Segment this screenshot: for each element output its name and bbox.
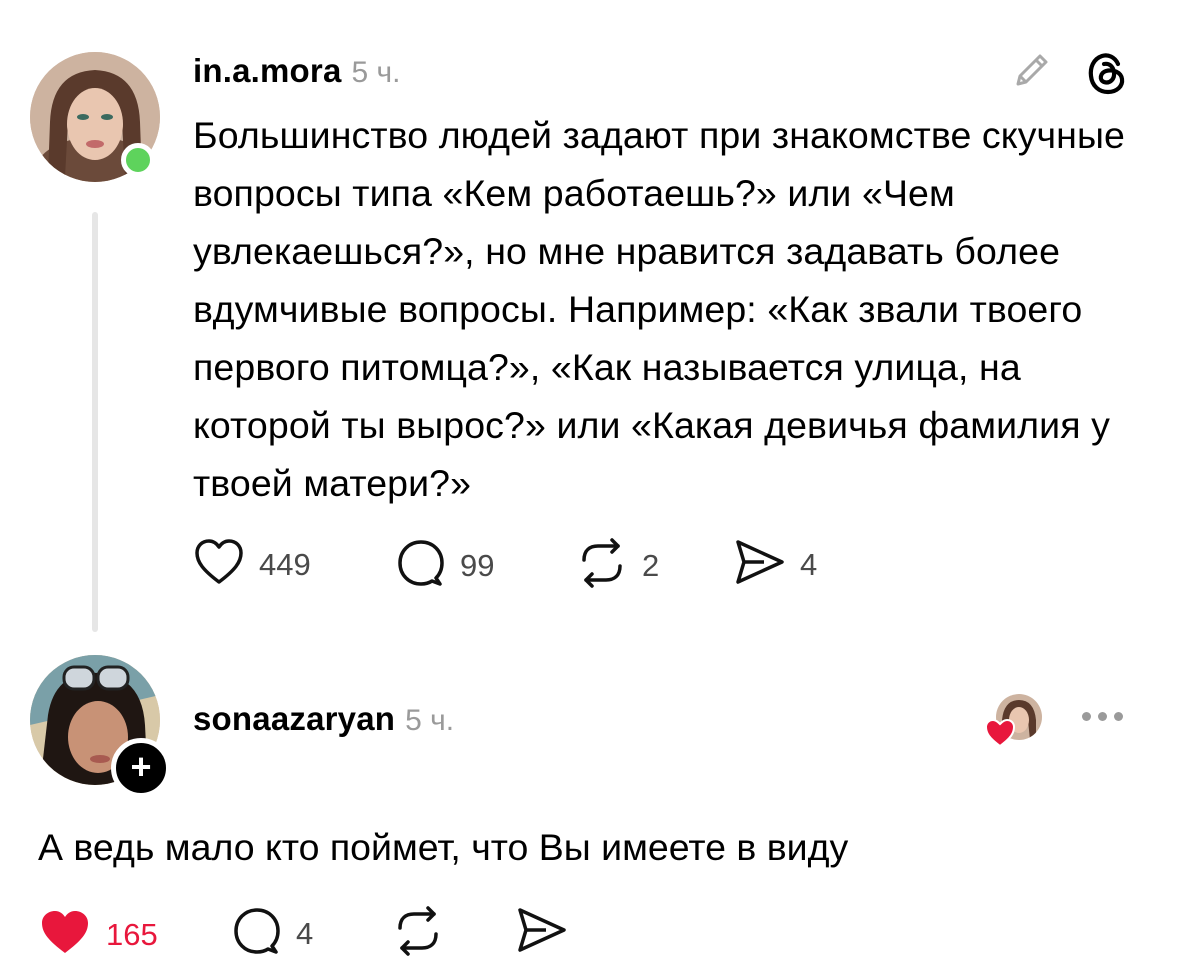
reply-share-action[interactable] <box>516 906 568 959</box>
heart-icon <box>984 718 1016 748</box>
reply-like-count: 165 <box>106 916 158 952</box>
post-like-action[interactable]: 449 <box>193 538 311 591</box>
reply-body-text: А ведь мало кто поймет, что Вы имеете в … <box>38 826 849 868</box>
reply-repost-action[interactable] <box>392 906 444 961</box>
post-timestamp: 5 ч. <box>351 56 401 89</box>
heart-icon[interactable] <box>38 908 92 961</box>
post-share-action[interactable]: 4 <box>734 538 817 591</box>
post-repost-action[interactable]: 2 <box>576 538 659 593</box>
online-status-indicator <box>121 143 155 177</box>
post-username[interactable]: in.a.mora <box>193 52 342 90</box>
more-dots-icon[interactable] <box>1082 712 1123 721</box>
thread-connector-line <box>92 212 98 632</box>
send-icon[interactable] <box>734 538 786 591</box>
reply-header: sonaazaryan 5 ч. <box>193 700 454 740</box>
repost-icon[interactable] <box>576 538 628 593</box>
post-comment-count: 99 <box>460 547 495 583</box>
reply-username[interactable]: sonaazaryan <box>193 700 395 738</box>
threads-logo-icon[interactable] <box>1082 48 1132 98</box>
reply-timestamp: 5 ч. <box>405 704 455 737</box>
post-share-count: 4 <box>800 546 818 582</box>
pencil-icon[interactable] <box>1008 46 1056 94</box>
post-header: in.a.mora 5 ч. <box>193 52 401 92</box>
comment-bubble-icon[interactable] <box>396 538 446 593</box>
reply-comment-action[interactable]: 4 <box>232 906 313 961</box>
comment-bubble-icon[interactable] <box>232 906 282 961</box>
post-like-count: 449 <box>259 546 311 582</box>
repost-icon[interactable] <box>392 906 444 961</box>
post-body-text: Большинство людей задают при знакомстве … <box>193 114 1126 504</box>
reply-comment-count: 4 <box>296 915 314 951</box>
post-repost-count: 2 <box>642 547 660 583</box>
author-liked-indicator <box>984 694 1056 748</box>
follow-plus-button[interactable]: + <box>111 738 171 798</box>
heart-icon[interactable] <box>193 538 245 591</box>
reply-like-action[interactable]: 165 <box>38 908 158 961</box>
post-comment-action[interactable]: 99 <box>396 538 494 593</box>
send-icon[interactable] <box>516 906 568 959</box>
